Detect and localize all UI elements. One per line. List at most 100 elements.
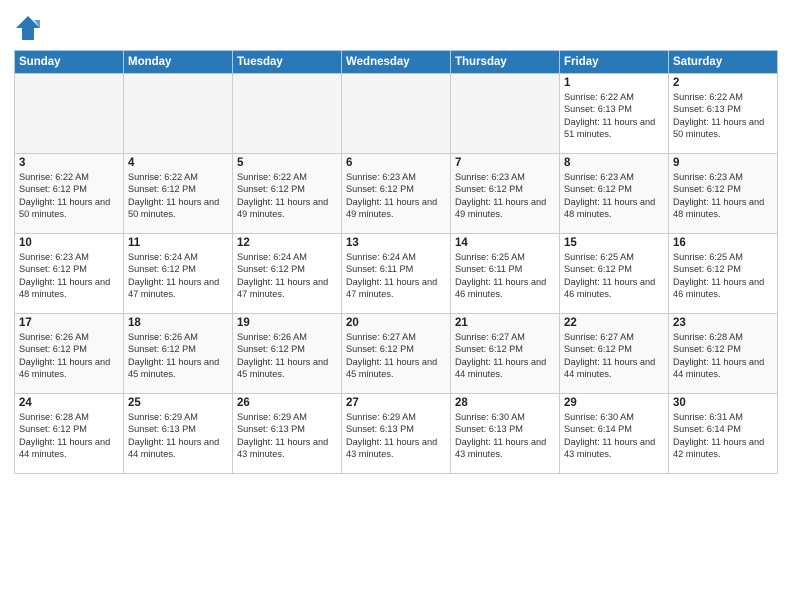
- day-number: 16: [673, 237, 773, 249]
- cell-text: Sunrise: 6:24 AM Sunset: 6:11 PM Dayligh…: [346, 251, 446, 301]
- day-number: 23: [673, 317, 773, 329]
- day-number: 10: [19, 237, 119, 249]
- calendar-cell: 29 Sunrise: 6:30 AM Sunset: 6:14 PM Dayli…: [560, 394, 669, 474]
- calendar-cell: 9Sunrise: 6:23 AM Sunset: 6:12 PM Daylig…: [669, 154, 778, 234]
- cell-text: Sunrise: 6:23 AM Sunset: 6:12 PM Dayligh…: [346, 171, 446, 221]
- calendar-cell: 8 Sunrise: 6:23 AM Sunset: 6:12 PM Daylig…: [560, 154, 669, 234]
- day-number: 17: [19, 317, 119, 329]
- cell-text: Sunrise: 6:26 AM Sunset: 6:12 PM Dayligh…: [19, 331, 119, 381]
- weekday-header: Friday: [560, 51, 669, 74]
- calendar-cell: 24 Sunrise: 6:28 AM Sunset: 6:12 PM Dayli…: [15, 394, 124, 474]
- calendar-cell: 13 Sunrise: 6:24 AM Sunset: 6:11 PM Dayli…: [342, 234, 451, 314]
- calendar-cell: 18 Sunrise: 6:26 AM Sunset: 6:12 PM Dayli…: [124, 314, 233, 394]
- day-number: 25: [128, 397, 228, 409]
- cell-text: Sunrise: 6:22 AM Sunset: 6:12 PM Dayligh…: [19, 171, 119, 221]
- calendar-cell: 6 Sunrise: 6:23 AM Sunset: 6:12 PM Daylig…: [342, 154, 451, 234]
- cell-text: Sunrise: 6:22 AM Sunset: 6:12 PM Dayligh…: [128, 171, 228, 221]
- cell-text: Sunrise: 6:23 AM Sunset: 6:12 PM Dayligh…: [564, 171, 664, 221]
- cell-text: Sunrise: 6:30 AM Sunset: 6:14 PM Dayligh…: [564, 411, 664, 461]
- calendar-cell: 10 Sunrise: 6:23 AM Sunset: 6:12 PM Dayli…: [15, 234, 124, 314]
- cell-text: Sunrise: 6:26 AM Sunset: 6:12 PM Dayligh…: [128, 331, 228, 381]
- day-number: 6: [346, 157, 446, 169]
- calendar-cell: 15 Sunrise: 6:25 AM Sunset: 6:12 PM Dayli…: [560, 234, 669, 314]
- page: SundayMondayTuesdayWednesdayThursdayFrid…: [0, 0, 792, 612]
- day-number: 21: [455, 317, 555, 329]
- calendar-cell: 30Sunrise: 6:31 AM Sunset: 6:14 PM Dayli…: [669, 394, 778, 474]
- calendar-cell: 23 Sunrise: 6:28 AM Sunset: 6:12 PM Dayli…: [669, 314, 778, 394]
- calendar-cell: [342, 74, 451, 154]
- calendar-cell: 28Sunrise: 6:30 AM Sunset: 6:13 PM Dayli…: [451, 394, 560, 474]
- cell-text: Sunrise: 6:23 AM Sunset: 6:12 PM Dayligh…: [455, 171, 555, 221]
- calendar-week-row: 17 Sunrise: 6:26 AM Sunset: 6:12 PM Dayli…: [15, 314, 778, 394]
- cell-text: Sunrise: 6:27 AM Sunset: 6:12 PM Dayligh…: [455, 331, 555, 381]
- calendar-week-row: 10 Sunrise: 6:23 AM Sunset: 6:12 PM Dayli…: [15, 234, 778, 314]
- day-number: 3: [19, 157, 119, 169]
- calendar-cell: 14 Sunrise: 6:25 AM Sunset: 6:11 PM Dayli…: [451, 234, 560, 314]
- day-number: 30: [673, 397, 773, 409]
- calendar-cell: 1 Sunrise: 6:22 AM Sunset: 6:13 PM Daylig…: [560, 74, 669, 154]
- calendar-cell: [15, 74, 124, 154]
- weekday-header: Tuesday: [233, 51, 342, 74]
- day-number: 8: [564, 157, 664, 169]
- calendar-cell: 26Sunrise: 6:29 AM Sunset: 6:13 PM Dayli…: [233, 394, 342, 474]
- calendar-cell: 4 Sunrise: 6:22 AM Sunset: 6:12 PM Daylig…: [124, 154, 233, 234]
- cell-text: Sunrise: 6:27 AM Sunset: 6:12 PM Dayligh…: [346, 331, 446, 381]
- calendar-cell: 25Sunrise: 6:29 AM Sunset: 6:13 PM Dayli…: [124, 394, 233, 474]
- cell-text: Sunrise: 6:27 AM Sunset: 6:12 PM Dayligh…: [564, 331, 664, 381]
- header: [14, 10, 778, 42]
- calendar-cell: 19Sunrise: 6:26 AM Sunset: 6:12 PM Dayli…: [233, 314, 342, 394]
- cell-text: Sunrise: 6:25 AM Sunset: 6:12 PM Dayligh…: [564, 251, 664, 301]
- logo-icon: [14, 14, 42, 42]
- calendar-cell: [233, 74, 342, 154]
- day-number: 28: [455, 397, 555, 409]
- calendar-cell: [124, 74, 233, 154]
- calendar-cell: 20 Sunrise: 6:27 AM Sunset: 6:12 PM Dayli…: [342, 314, 451, 394]
- day-number: 20: [346, 317, 446, 329]
- day-number: 2: [673, 77, 773, 89]
- calendar-body: 1 Sunrise: 6:22 AM Sunset: 6:13 PM Daylig…: [15, 74, 778, 474]
- calendar-cell: 3 Sunrise: 6:22 AM Sunset: 6:12 PM Daylig…: [15, 154, 124, 234]
- day-number: 12: [237, 237, 337, 249]
- cell-text: Sunrise: 6:28 AM Sunset: 6:12 PM Dayligh…: [673, 331, 773, 381]
- calendar-cell: 11Sunrise: 6:24 AM Sunset: 6:12 PM Dayli…: [124, 234, 233, 314]
- cell-text: Sunrise: 6:24 AM Sunset: 6:12 PM Dayligh…: [237, 251, 337, 301]
- day-number: 29: [564, 397, 664, 409]
- weekday-header: Sunday: [15, 51, 124, 74]
- cell-text: Sunrise: 6:29 AM Sunset: 6:13 PM Dayligh…: [346, 411, 446, 461]
- day-number: 4: [128, 157, 228, 169]
- calendar-week-row: 24 Sunrise: 6:28 AM Sunset: 6:12 PM Dayli…: [15, 394, 778, 474]
- weekday-header: Monday: [124, 51, 233, 74]
- day-number: 27: [346, 397, 446, 409]
- day-number: 26: [237, 397, 337, 409]
- calendar-cell: 27 Sunrise: 6:29 AM Sunset: 6:13 PM Dayli…: [342, 394, 451, 474]
- day-number: 18: [128, 317, 228, 329]
- calendar-cell: 12 Sunrise: 6:24 AM Sunset: 6:12 PM Dayli…: [233, 234, 342, 314]
- cell-text: Sunrise: 6:23 AM Sunset: 6:12 PM Dayligh…: [19, 251, 119, 301]
- calendar-cell: [451, 74, 560, 154]
- logo: [14, 14, 46, 42]
- weekday-header: Wednesday: [342, 51, 451, 74]
- day-number: 14: [455, 237, 555, 249]
- cell-text: Sunrise: 6:24 AM Sunset: 6:12 PM Dayligh…: [128, 251, 228, 301]
- cell-text: Sunrise: 6:25 AM Sunset: 6:11 PM Dayligh…: [455, 251, 555, 301]
- calendar-cell: 16 Sunrise: 6:25 AM Sunset: 6:12 PM Dayli…: [669, 234, 778, 314]
- cell-text: Sunrise: 6:28 AM Sunset: 6:12 PM Dayligh…: [19, 411, 119, 461]
- calendar-cell: 2 Sunrise: 6:22 AM Sunset: 6:13 PM Daylig…: [669, 74, 778, 154]
- calendar-header-row: SundayMondayTuesdayWednesdayThursdayFrid…: [15, 51, 778, 74]
- day-number: 22: [564, 317, 664, 329]
- cell-text: Sunrise: 6:25 AM Sunset: 6:12 PM Dayligh…: [673, 251, 773, 301]
- day-number: 13: [346, 237, 446, 249]
- cell-text: Sunrise: 6:23 AM Sunset: 6:12 PM Dayligh…: [673, 171, 773, 221]
- day-number: 1: [564, 77, 664, 89]
- day-number: 15: [564, 237, 664, 249]
- calendar-cell: 22 Sunrise: 6:27 AM Sunset: 6:12 PM Dayli…: [560, 314, 669, 394]
- weekday-header: Thursday: [451, 51, 560, 74]
- day-number: 7: [455, 157, 555, 169]
- cell-text: Sunrise: 6:22 AM Sunset: 6:13 PM Dayligh…: [564, 91, 664, 141]
- day-number: 24: [19, 397, 119, 409]
- calendar-cell: 21 Sunrise: 6:27 AM Sunset: 6:12 PM Dayli…: [451, 314, 560, 394]
- calendar-week-row: 3 Sunrise: 6:22 AM Sunset: 6:12 PM Daylig…: [15, 154, 778, 234]
- calendar-cell: 7 Sunrise: 6:23 AM Sunset: 6:12 PM Daylig…: [451, 154, 560, 234]
- cell-text: Sunrise: 6:22 AM Sunset: 6:13 PM Dayligh…: [673, 91, 773, 141]
- calendar-cell: 17 Sunrise: 6:26 AM Sunset: 6:12 PM Dayli…: [15, 314, 124, 394]
